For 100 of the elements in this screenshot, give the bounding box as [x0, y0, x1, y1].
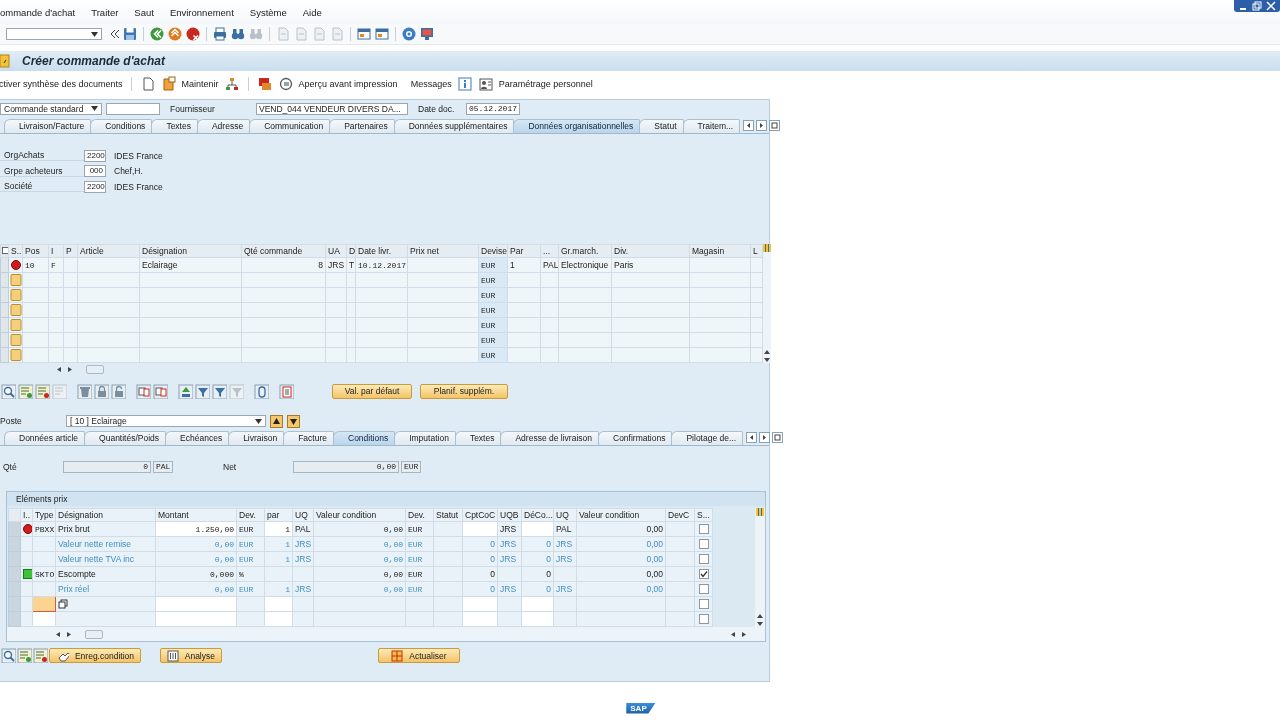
scroll-thumb[interactable]: [85, 629, 103, 639]
info-icon[interactable]: [456, 76, 473, 92]
date-field[interactable]: 05.12.2017: [466, 102, 520, 115]
tab[interactable]: Données article: [4, 431, 86, 445]
column-header[interactable]: UQB: [497, 508, 522, 522]
save-condition-button[interactable]: Enreg.condition: [49, 648, 141, 663]
menu-item[interactable]: Saut: [134, 6, 162, 18]
tab[interactable]: Adresse: [196, 119, 251, 133]
tab[interactable]: Conditions: [333, 431, 396, 445]
toolbar-link[interactable]: Paramétrage personnel: [498, 79, 593, 89]
column-settings-icon[interactable]: [763, 244, 771, 252]
copy-icon[interactable]: [58, 599, 68, 610]
column-header[interactable]: UQ: [553, 508, 577, 522]
command-field[interactable]: [6, 28, 102, 40]
checkbox[interactable]: [698, 569, 709, 579]
preview-icon[interactable]: [277, 76, 294, 92]
column-header[interactable]: Date livr.: [355, 244, 408, 258]
monitor-icon[interactable]: [419, 26, 435, 42]
trash-icon[interactable]: [77, 383, 92, 399]
scrollbar[interactable]: [763, 244, 771, 363]
previous-item-icon[interactable]: [270, 414, 283, 428]
stack-icon[interactable]: [256, 76, 273, 92]
cursor-cell[interactable]: [32, 596, 56, 612]
print-icon[interactable]: [212, 26, 228, 42]
tab[interactable]: Confirmations: [598, 431, 673, 445]
tab[interactable]: Textes: [151, 119, 198, 133]
menu-item[interactable]: Traiter: [91, 6, 127, 18]
column-header[interactable]: Dev.: [236, 508, 265, 522]
toolbar-link[interactable]: ctiver synthèse des documents: [0, 79, 123, 89]
scroll-left-icon[interactable]: [730, 630, 736, 638]
tab[interactable]: Facture: [283, 431, 334, 445]
column-header[interactable]: L: [750, 244, 763, 258]
supplier-field[interactable]: VEND_044 VENDEUR DIVERS DA...: [256, 102, 408, 115]
document-type-dropdown[interactable]: Commande standard: [0, 102, 102, 115]
checkbox[interactable]: [698, 554, 709, 564]
list-icon[interactable]: [18, 383, 33, 399]
cancel-icon[interactable]: [185, 26, 201, 42]
column-header[interactable]: Par: [507, 244, 541, 258]
scroll-right-icon[interactable]: [67, 365, 73, 373]
save-icon[interactable]: [122, 26, 138, 42]
toolbar-link[interactable]: Aperçu avant impression: [298, 79, 398, 89]
restore-icon[interactable]: [1252, 1, 1262, 11]
column-header[interactable]: Prix net: [407, 244, 479, 258]
tab[interactable]: Données supplémentaires: [393, 119, 515, 133]
column-header[interactable]: Qté commande: [241, 244, 326, 258]
sort-icon[interactable]: [178, 383, 193, 399]
tab[interactable]: Statut: [639, 119, 684, 133]
back-icon[interactable]: [149, 26, 165, 42]
column-header[interactable]: I..: [20, 508, 33, 522]
column-header[interactable]: Article: [77, 244, 140, 258]
window-icon[interactable]: [356, 26, 372, 42]
next-item-icon[interactable]: [287, 414, 300, 428]
close-icon[interactable]: [1266, 1, 1276, 11]
checkbox[interactable]: [698, 524, 709, 534]
tab[interactable]: Pilotage de...: [671, 431, 744, 445]
column-header[interactable]: Valeur condition: [576, 508, 666, 522]
tab[interactable]: Quantités/Poids: [84, 431, 167, 445]
person-icon[interactable]: [477, 76, 494, 92]
menu-item[interactable]: Environnement: [169, 6, 242, 18]
collapse-icon[interactable]: [110, 29, 120, 39]
copy-icon[interactable]: [136, 383, 151, 399]
toolbar-link[interactable]: Maintenir: [181, 79, 219, 89]
scroll-right-icon[interactable]: [759, 432, 771, 443]
dropdown-arrow-icon[interactable]: [91, 31, 98, 37]
scroll-left-icon[interactable]: [56, 365, 62, 373]
help-icon[interactable]: [401, 26, 417, 42]
dropdown-arrow-icon[interactable]: [255, 418, 262, 424]
column-header[interactable]: par: [264, 508, 293, 522]
column-header[interactable]: Désignation: [55, 508, 156, 522]
copy-icon[interactable]: [153, 383, 168, 399]
menu-item[interactable]: Aide: [302, 6, 330, 18]
tab-list-icon[interactable]: [769, 120, 781, 131]
scroll-left-icon[interactable]: [55, 630, 61, 638]
document-icon[interactable]: [160, 76, 177, 92]
tab[interactable]: Livraison/Facture: [4, 119, 92, 133]
scroll-up-icon[interactable]: [756, 613, 764, 619]
filter-icon[interactable]: [212, 383, 227, 399]
tree-icon[interactable]: [223, 76, 240, 92]
menu-item[interactable]: Système: [249, 6, 295, 18]
tab[interactable]: Livraison: [228, 431, 285, 445]
exit-icon[interactable]: [167, 26, 183, 42]
menu-item[interactable]: ommande d'achat: [0, 6, 84, 18]
zoom-icon[interactable]: [1, 383, 16, 399]
scroll-up-icon[interactable]: [763, 349, 771, 355]
column-header[interactable]: DevC: [665, 508, 695, 522]
scroll-right-icon[interactable]: [756, 120, 768, 131]
window-icon[interactable]: [374, 26, 390, 42]
column-header[interactable]: Type: [32, 508, 56, 522]
list-icon[interactable]: [17, 648, 32, 663]
tab[interactable]: Partenaires: [329, 119, 395, 133]
tab[interactable]: Données organisationnelles: [513, 119, 641, 133]
scroll-right-icon[interactable]: [741, 630, 747, 638]
zoom-icon[interactable]: [1, 648, 16, 663]
toolbar-link[interactable]: Messages: [410, 79, 452, 89]
lock-icon[interactable]: [94, 383, 109, 399]
scroll-left-icon[interactable]: [746, 432, 758, 443]
column-header[interactable]: Pos: [22, 244, 49, 258]
column-header[interactable]: Magasin: [689, 244, 751, 258]
analysis-button[interactable]: Analyse: [160, 648, 222, 663]
refresh-button[interactable]: Actualiser: [378, 648, 460, 663]
